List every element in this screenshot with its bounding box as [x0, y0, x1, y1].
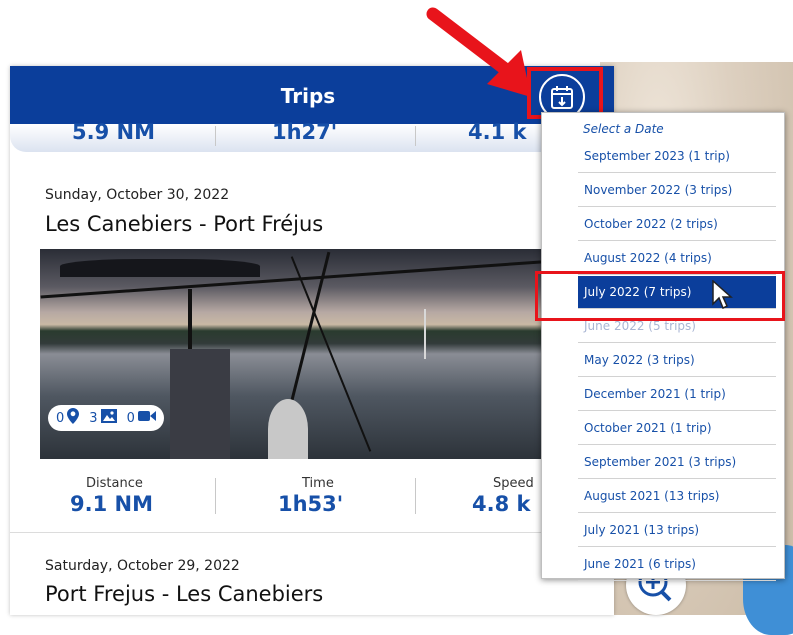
divider — [215, 478, 216, 514]
speed-value: 4.8 k — [472, 492, 531, 516]
pin-icon — [67, 408, 80, 428]
date-option[interactable]: September 2021 (3 trips) — [578, 446, 776, 479]
speed-label: Speed — [493, 476, 534, 491]
photo-icon — [100, 409, 117, 427]
time-value: 1h53' — [278, 492, 344, 516]
date-option[interactable]: August 2021 (13 trips) — [578, 480, 776, 513]
trip-date: Saturday, October 29, 2022 — [45, 558, 240, 574]
cursor-icon — [712, 279, 734, 316]
date-dropdown: Select a Date September 2023 (1 trip) No… — [541, 112, 785, 581]
time-label: Time — [302, 476, 334, 491]
date-option[interactable]: June 2021 (6 trips) — [578, 548, 776, 581]
dropdown-header: Select a Date — [583, 122, 664, 136]
date-option[interactable]: September 2023 (1 trip) — [578, 140, 776, 173]
distance-label: Distance — [86, 476, 143, 491]
arrow-icon — [425, 0, 555, 114]
trip-title[interactable]: Les Canebiers - Port Fréjus — [45, 212, 323, 236]
trip-separator — [10, 532, 614, 533]
trip-date: Sunday, October 30, 2022 — [45, 187, 230, 203]
waypoint-count-value: 0 — [56, 410, 65, 426]
photo-count-value: 3 — [89, 410, 98, 426]
photo-count[interactable]: 3 — [89, 409, 117, 427]
divider — [415, 126, 416, 146]
video-count-value: 0 — [126, 410, 135, 426]
previous-trip-stats: 5.9 NM 1h27' 4.1 k — [10, 120, 614, 152]
lifebuoy — [268, 399, 308, 459]
trip-title[interactable]: Port Frejus - Les Canebiers — [45, 582, 323, 606]
date-option[interactable]: October 2021 (1 trip) — [578, 412, 776, 445]
date-option[interactable]: July 2021 (13 trips) — [578, 514, 776, 547]
distance-value: 5.9 NM — [72, 120, 155, 144]
time-value: 1h27' — [272, 120, 338, 144]
bimini — [60, 259, 260, 277]
distance-value: 9.1 NM — [70, 492, 153, 516]
date-option[interactable]: December 2021 (1 trip) — [578, 378, 776, 411]
waypoint-count[interactable]: 0 — [56, 408, 80, 428]
video-icon — [137, 410, 156, 426]
date-option[interactable]: May 2022 (3 trips) — [578, 344, 776, 377]
selected-option-highlight — [535, 271, 785, 321]
distant-mast — [424, 309, 426, 359]
date-option[interactable]: October 2022 (2 trips) — [578, 208, 776, 241]
trips-panel: Trips 5.9 NM 1h27' 4.1 k Sunday, October… — [10, 66, 614, 615]
video-count[interactable]: 0 — [127, 410, 156, 426]
date-option[interactable]: November 2022 (3 trips) — [578, 174, 776, 207]
speed-value: 4.1 k — [468, 120, 527, 144]
winch — [170, 349, 230, 459]
divider — [415, 478, 416, 514]
trip-photo[interactable]: 0 3 0 — [40, 249, 570, 459]
media-counts: 0 3 0 — [48, 405, 164, 431]
divider — [215, 126, 216, 146]
